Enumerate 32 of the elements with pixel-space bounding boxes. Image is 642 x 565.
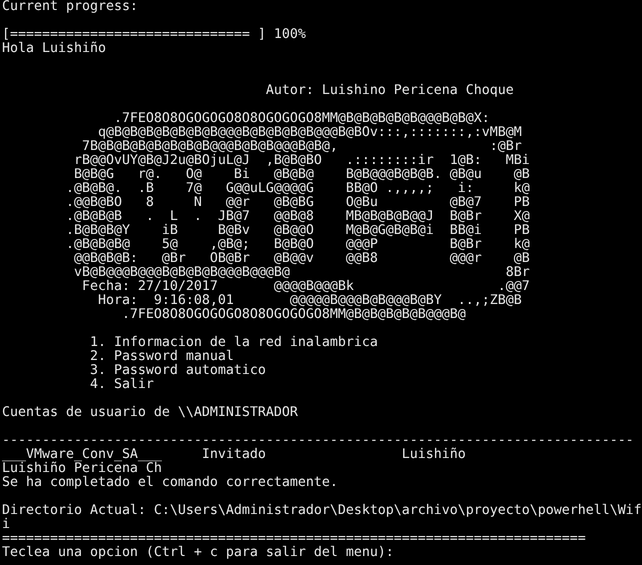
separator-line: ========================================================================= xyxy=(2,531,586,546)
ascii-art-line: .@B@B@. .B 7@ G@@uLG@@@@G BB@O .,,,,; i: k@ xyxy=(64,181,530,196)
console-text: Luishiño Pericena Ch xyxy=(2,461,162,476)
ascii-art-line: q@B@B@B@B@B@B@B@@@B@B@B@B@B@@@B@BOv:::,:::::::,:vMB@M xyxy=(96,125,522,140)
ascii-art-line: Fecha: 27/10/2017 @@@@B@@@Bk .@@7 xyxy=(80,279,530,294)
console-text: Hola Luishiño xyxy=(2,41,106,56)
ascii-art-line: rB@@OvUY@B@J2u@BOjuL@J ,B@B@BO .::::::::ir 1@B: MBi xyxy=(72,153,530,168)
console-text: ___VMware_Conv_SA___ Invitado Luishiño xyxy=(2,447,466,462)
console-text: Autor: Luishino Pericena Choque xyxy=(264,83,514,98)
ascii-art-line: .B@B@B@Y iB B@Bv @B@@O M@B@G@B@B@i BB@i PB xyxy=(64,223,530,238)
ascii-art-line: .7FEO8O8OGOGOGO8O8OGOGOGO8MM@B@B@B@B@B@@@B@B@X: xyxy=(112,111,490,126)
ascii-art-line: Hora: 9:16:08,01 @@@@@B@@@B@B@@@B@BY ..,;ZB@B xyxy=(96,293,522,308)
console-text: Cuentas de usuario de \\ADMINISTRADOR xyxy=(2,405,298,420)
ascii-art-line: B@B@G r@. O@ Bi @B@B@ B@B@@@B@B@B. @B@u @B xyxy=(72,167,530,182)
console-text: Directorio Actual: C:\Users\Administrador\Desktop\archivo\proyecto\powerhell\Wif xyxy=(2,503,642,518)
ascii-art-line: .@B@B@B@ 5@ ,@B@; B@B@O @@@P B@Br k@ xyxy=(64,237,530,252)
console-text: Se ha completado el comando correctamente. xyxy=(2,475,338,490)
ascii-art-line: .@@B@BO 8 N @@r @B@BG O@Bu @B@7 PB xyxy=(64,195,530,210)
console-text: i xyxy=(2,517,10,532)
console-text: [============================== ] 100% xyxy=(2,27,306,42)
ascii-art-line: 7B@B@B@B@B@B@B@B@@@B@B@B@@@B@B@, :@Br xyxy=(82,139,522,154)
menu-option: 1. Informacion de la red inalambrica xyxy=(2,335,378,350)
console-text: Teclea una opcion (Ctrl + c para salir del menu): xyxy=(2,545,394,560)
console-text: Current progress: xyxy=(2,0,138,14)
menu-option: 3. Password automatico xyxy=(2,363,266,378)
separator-line: ------------------------------------------------------------------------------- xyxy=(2,433,634,448)
ascii-art-line: .@B@B@B . L . JB@7 @@B@8 MB@B@B@B@@J B@Br X@ xyxy=(64,209,530,224)
menu-option: 2. Password manual xyxy=(2,349,234,364)
ascii-art-line: @@B@B@B: @Br OB@Br @B@@v @@B8 @@@r @B xyxy=(72,251,530,266)
ascii-art-line: .7FEO8O8OGOGOGO8O8OGOGOGO8MM@B@B@B@B@B@@@B@ xyxy=(120,307,466,322)
menu-option: 4. Salir xyxy=(2,377,154,392)
ascii-art-line: vB@B@@@B@@@B@B@B@B@@@B@@@B@ 8Br xyxy=(72,265,530,280)
